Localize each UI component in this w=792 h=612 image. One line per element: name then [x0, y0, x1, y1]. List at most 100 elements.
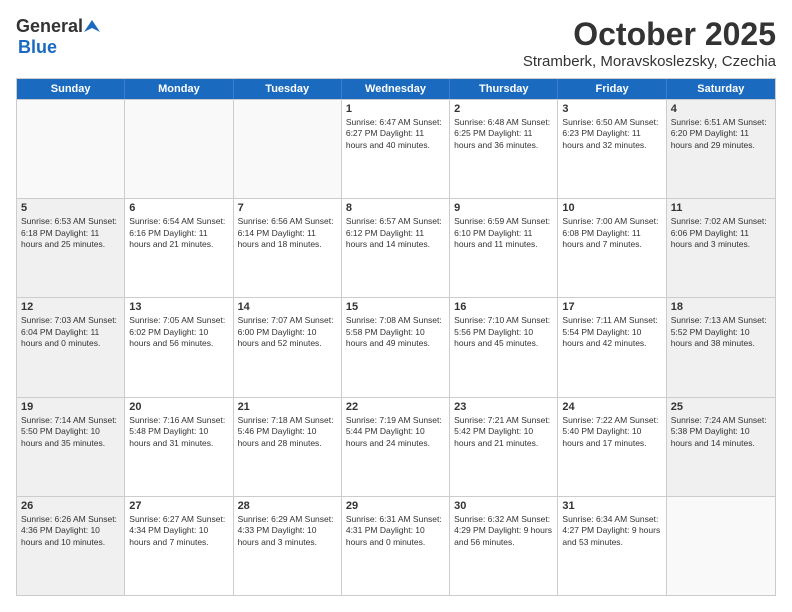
header-day-monday: Monday [125, 79, 233, 99]
calendar-cell [125, 100, 233, 198]
calendar-cell: 26 Sunrise: 6:26 AM Sunset: 4:36 PM Dayli… [17, 497, 125, 595]
day-number: 1 [346, 103, 445, 115]
day-number: 3 [562, 103, 661, 115]
logo: General Blue [16, 16, 101, 58]
day-number: 22 [346, 401, 445, 413]
header-day-thursday: Thursday [450, 79, 558, 99]
day-number: 2 [454, 103, 553, 115]
calendar-cell: 11Sunrise: 7:02 AM Sunset: 6:06 PM Dayli… [667, 199, 775, 297]
day-number: 20 [129, 401, 228, 413]
cell-text: Sunrise: 6:31 AM Sunset: 4:31 PM Dayligh… [346, 514, 445, 548]
day-number: 19 [21, 401, 120, 413]
location: Stramberk, Moravskoslezsky, Czechia [523, 53, 776, 70]
calendar-cell [667, 497, 775, 595]
cell-text: Sunrise: 7:00 AM Sunset: 6:08 PM Dayligh… [562, 216, 661, 250]
calendar-cell: 27 Sunrise: 6:27 AM Sunset: 4:34 PM Dayli… [125, 497, 233, 595]
cell-text: Sunrise: 6:29 AM Sunset: 4:33 PM Dayligh… [238, 514, 337, 548]
day-number: 4 [671, 103, 771, 115]
day-number: 24 [562, 401, 661, 413]
page: General Blue October 2025 Stramberk, Mor… [0, 0, 792, 612]
day-number: 23 [454, 401, 553, 413]
day-number: 21 [238, 401, 337, 413]
calendar-row-1: 1 Sunrise: 6:47 AM Sunset: 6:27 PM Daylig… [17, 99, 775, 198]
calendar-cell: 10Sunrise: 7:00 AM Sunset: 6:08 PM Dayli… [558, 199, 666, 297]
title-block: October 2025 Stramberk, Moravskoslezsky,… [523, 16, 776, 70]
day-number: 6 [129, 202, 228, 214]
cell-text: Sunrise: 6:50 AM Sunset: 6:23 PM Dayligh… [562, 117, 661, 151]
header: General Blue October 2025 Stramberk, Mor… [16, 16, 776, 70]
calendar-cell: 2 Sunrise: 6:48 AM Sunset: 6:25 PM Daylig… [450, 100, 558, 198]
month-title: October 2025 [523, 16, 776, 53]
day-number: 8 [346, 202, 445, 214]
calendar-cell: 25 Sunrise: 7:24 AM Sunset: 5:38 PM Dayli… [667, 398, 775, 496]
day-number: 7 [238, 202, 337, 214]
day-number: 26 [21, 500, 120, 512]
day-number: 16 [454, 301, 553, 313]
cell-text: Sunrise: 6:34 AM Sunset: 4:27 PM Dayligh… [562, 514, 661, 548]
cell-text: Sunrise: 6:57 AM Sunset: 6:12 PM Dayligh… [346, 216, 445, 250]
cell-text: Sunrise: 6:27 AM Sunset: 4:34 PM Dayligh… [129, 514, 228, 548]
cell-text: Sunrise: 7:02 AM Sunset: 6:06 PM Dayligh… [671, 216, 771, 250]
logo-bird-icon [84, 18, 100, 36]
calendar-cell: 5Sunrise: 6:53 AM Sunset: 6:18 PM Daylig… [17, 199, 125, 297]
calendar-cell: 8 Sunrise: 6:57 AM Sunset: 6:12 PM Daylig… [342, 199, 450, 297]
calendar-cell: 3 Sunrise: 6:50 AM Sunset: 6:23 PM Daylig… [558, 100, 666, 198]
calendar-cell: 9Sunrise: 6:59 AM Sunset: 6:10 PM Daylig… [450, 199, 558, 297]
header-day-friday: Friday [558, 79, 666, 99]
header-day-wednesday: Wednesday [342, 79, 450, 99]
header-day-tuesday: Tuesday [234, 79, 342, 99]
header-day-saturday: Saturday [667, 79, 775, 99]
day-number: 25 [671, 401, 771, 413]
calendar-cell: 24Sunrise: 7:22 AM Sunset: 5:40 PM Dayli… [558, 398, 666, 496]
cell-text: Sunrise: 7:16 AM Sunset: 5:48 PM Dayligh… [129, 415, 228, 449]
calendar-cell: 31 Sunrise: 6:34 AM Sunset: 4:27 PM Dayli… [558, 497, 666, 595]
day-number: 15 [346, 301, 445, 313]
calendar-cell: 30Sunrise: 6:32 AM Sunset: 4:29 PM Dayli… [450, 497, 558, 595]
cell-text: Sunrise: 6:51 AM Sunset: 6:20 PM Dayligh… [671, 117, 771, 151]
cell-text: Sunrise: 6:48 AM Sunset: 6:25 PM Dayligh… [454, 117, 553, 151]
day-number: 17 [562, 301, 661, 313]
cell-text: Sunrise: 6:47 AM Sunset: 6:27 PM Dayligh… [346, 117, 445, 151]
day-number: 12 [21, 301, 120, 313]
cell-text: Sunrise: 7:19 AM Sunset: 5:44 PM Dayligh… [346, 415, 445, 449]
cell-text: Sunrise: 6:26 AM Sunset: 4:36 PM Dayligh… [21, 514, 120, 548]
calendar-cell: 6 Sunrise: 6:54 AM Sunset: 6:16 PM Daylig… [125, 199, 233, 297]
calendar: SundayMondayTuesdayWednesdayThursdayFrid… [16, 78, 776, 596]
calendar-cell: 12Sunrise: 7:03 AM Sunset: 6:04 PM Dayli… [17, 298, 125, 396]
cell-text: Sunrise: 6:59 AM Sunset: 6:10 PM Dayligh… [454, 216, 553, 250]
header-day-sunday: Sunday [17, 79, 125, 99]
cell-text: Sunrise: 7:24 AM Sunset: 5:38 PM Dayligh… [671, 415, 771, 449]
logo-blue: Blue [18, 37, 57, 57]
calendar-cell: 13Sunrise: 7:05 AM Sunset: 6:02 PM Dayli… [125, 298, 233, 396]
calendar-cell [17, 100, 125, 198]
calendar-cell: 23Sunrise: 7:21 AM Sunset: 5:42 PM Dayli… [450, 398, 558, 496]
calendar-body: 1 Sunrise: 6:47 AM Sunset: 6:27 PM Daylig… [17, 99, 775, 595]
day-number: 18 [671, 301, 771, 313]
cell-text: Sunrise: 6:32 AM Sunset: 4:29 PM Dayligh… [454, 514, 553, 548]
day-number: 13 [129, 301, 228, 313]
calendar-cell: 28Sunrise: 6:29 AM Sunset: 4:33 PM Dayli… [234, 497, 342, 595]
calendar-row-2: 5Sunrise: 6:53 AM Sunset: 6:18 PM Daylig… [17, 198, 775, 297]
cell-text: Sunrise: 7:18 AM Sunset: 5:46 PM Dayligh… [238, 415, 337, 449]
calendar-cell: 1 Sunrise: 6:47 AM Sunset: 6:27 PM Daylig… [342, 100, 450, 198]
logo-general: General [16, 16, 83, 37]
calendar-row-4: 19 Sunrise: 7:14 AM Sunset: 5:50 PM Dayli… [17, 397, 775, 496]
cell-text: Sunrise: 7:10 AM Sunset: 5:56 PM Dayligh… [454, 315, 553, 349]
cell-text: Sunrise: 6:54 AM Sunset: 6:16 PM Dayligh… [129, 216, 228, 250]
calendar-cell: 22 Sunrise: 7:19 AM Sunset: 5:44 PM Dayli… [342, 398, 450, 496]
cell-text: Sunrise: 7:13 AM Sunset: 5:52 PM Dayligh… [671, 315, 771, 349]
calendar-cell: 15Sunrise: 7:08 AM Sunset: 5:58 PM Dayli… [342, 298, 450, 396]
cell-text: Sunrise: 6:53 AM Sunset: 6:18 PM Dayligh… [21, 216, 120, 250]
calendar-cell: 18 Sunrise: 7:13 AM Sunset: 5:52 PM Dayli… [667, 298, 775, 396]
calendar-cell: 19 Sunrise: 7:14 AM Sunset: 5:50 PM Dayli… [17, 398, 125, 496]
calendar-row-5: 26 Sunrise: 6:26 AM Sunset: 4:36 PM Dayli… [17, 496, 775, 595]
calendar-cell: 16 Sunrise: 7:10 AM Sunset: 5:56 PM Dayli… [450, 298, 558, 396]
cell-text: Sunrise: 7:14 AM Sunset: 5:50 PM Dayligh… [21, 415, 120, 449]
calendar-cell: 29Sunrise: 6:31 AM Sunset: 4:31 PM Dayli… [342, 497, 450, 595]
calendar-cell [234, 100, 342, 198]
calendar-row-3: 12Sunrise: 7:03 AM Sunset: 6:04 PM Dayli… [17, 297, 775, 396]
calendar-cell: 4 Sunrise: 6:51 AM Sunset: 6:20 PM Daylig… [667, 100, 775, 198]
day-number: 27 [129, 500, 228, 512]
calendar-header: SundayMondayTuesdayWednesdayThursdayFrid… [17, 79, 775, 99]
day-number: 31 [562, 500, 661, 512]
